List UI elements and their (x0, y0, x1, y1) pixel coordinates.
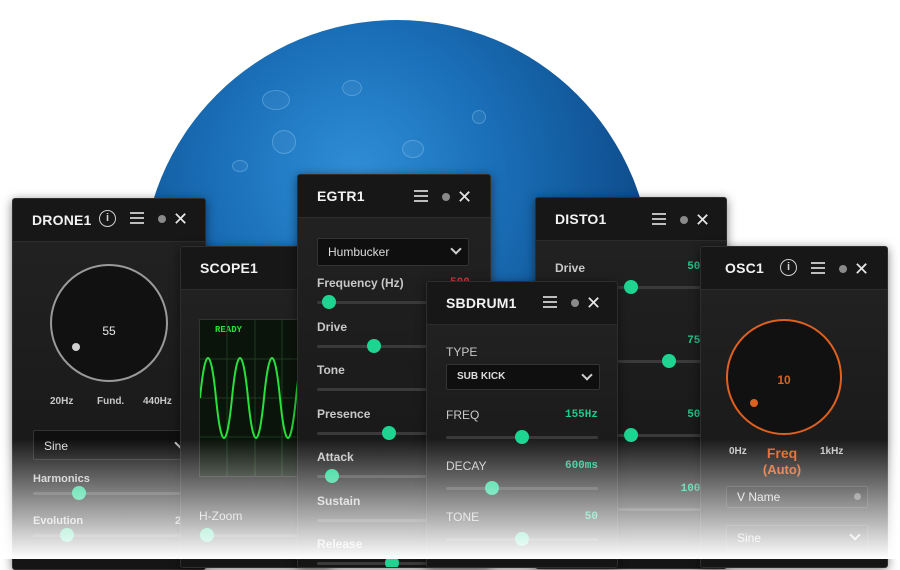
drone-header: DRONE1 i ✕ (13, 199, 205, 242)
name-field-text: V Name (737, 490, 781, 504)
egtr-title: EGTR1 (317, 188, 365, 204)
osc-title: OSC1 (725, 260, 764, 276)
egtr-param-thumb[interactable] (325, 469, 339, 483)
scope-waveform (200, 320, 310, 476)
egtr-param-thumb[interactable] (322, 295, 336, 309)
egtr-param-thumb[interactable] (385, 556, 399, 567)
sbdrum-param-thumb[interactable] (515, 532, 529, 546)
hzoom-thumb[interactable] (200, 528, 214, 542)
menu-icon[interactable] (543, 296, 557, 308)
info-icon[interactable]: i (99, 210, 116, 227)
sbdrum-title: SBDRUM1 (446, 295, 517, 311)
egtr-param-label: Presence (317, 406, 371, 421)
sbdrum-param-slider[interactable] (446, 430, 598, 444)
sbdrum-param-label: FREQ (446, 408, 480, 422)
name-dot-icon (854, 493, 861, 500)
sbdrum-param-slider[interactable] (446, 481, 598, 495)
range-max-label: 440Hz (143, 396, 172, 407)
type-select[interactable]: SUB KICK (446, 364, 600, 390)
egtr-param-thumb[interactable] (382, 425, 396, 440)
disto-header: DISTO1 ✕ (536, 198, 726, 241)
sbdrum-param-value: 600ms (564, 460, 598, 472)
sbdrum-param-value: 50 (584, 511, 598, 523)
knob-indicator (750, 399, 758, 407)
scope-title: SCOPE1 (200, 260, 258, 276)
drone-title: DRONE1 (32, 212, 92, 228)
disto-param-thumb[interactable] (662, 354, 676, 368)
sbdrum-header: SBDRUM1 ✕ (427, 282, 617, 325)
range-min-label: 20Hz (50, 396, 74, 407)
hzoom-label: H-Zoom (199, 509, 243, 523)
egtr-param-label: Attack (317, 450, 354, 464)
disto-param-thumb[interactable] (624, 280, 638, 294)
egtr-param-label: Drive (317, 319, 348, 334)
freq-mode: (Auto) (762, 462, 802, 477)
waveform-select[interactable]: Sine (33, 430, 193, 460)
evolution-slider[interactable] (33, 528, 191, 542)
close-icon[interactable]: ✕ (173, 210, 188, 228)
sbdrum-param-label: TONE (446, 510, 480, 524)
close-icon[interactable]: ✕ (457, 188, 472, 206)
close-icon[interactable]: ✕ (586, 294, 601, 312)
hzoom-slider[interactable] (199, 528, 309, 542)
drone-panel: DRONE1 i ✕ 55 20Hz Fund. 440Hz Sine Harm… (12, 198, 206, 570)
status-dot-icon (839, 265, 847, 273)
knob-indicator (72, 343, 80, 351)
freq-label: Freq (766, 445, 798, 461)
chevron-down-icon (450, 243, 462, 255)
close-icon[interactable]: ✕ (695, 211, 710, 229)
osc-header: OSC1 i ✕ (701, 247, 887, 290)
waveform-value: Sine (44, 439, 69, 453)
name-field[interactable]: V Name (726, 486, 868, 508)
sbdrum-param-thumb[interactable] (515, 430, 529, 444)
type-value: SUB KICK (457, 371, 506, 382)
status-dot-icon (442, 193, 450, 201)
menu-icon[interactable] (652, 213, 666, 225)
egtr-header: EGTR1 ✕ (298, 175, 490, 218)
status-dot-icon (571, 299, 579, 307)
drive-label: Drive (555, 261, 586, 275)
osc-wave-value: Sine (737, 531, 762, 545)
status-dot-icon (158, 215, 166, 223)
evolution-label: Evolution (33, 515, 84, 527)
evolution-thumb[interactable] (60, 528, 74, 542)
egtr-param-label: Frequency (Hz) (317, 276, 404, 290)
frequency-knob[interactable]: 55 (50, 264, 168, 382)
chevron-down-icon (581, 369, 593, 381)
sbdrum-panel: SBDRUM1 ✕ TYPE SUB KICK FREQ 155Hz DECAY 60… (426, 281, 618, 568)
type-label: TYPE (446, 345, 478, 359)
chevron-down-icon (849, 529, 861, 541)
knob-value: 10 (777, 373, 791, 387)
disto-title: DISTO1 (555, 211, 607, 227)
harmonics-thumb[interactable] (72, 486, 86, 500)
sbdrum-param-thumb[interactable] (484, 481, 499, 495)
freq-knob[interactable]: 10 (726, 319, 842, 435)
oscilloscope-display: READY (199, 319, 311, 477)
info-icon[interactable]: i (780, 259, 797, 276)
harmonics-slider[interactable] (33, 486, 191, 500)
sbdrum-param-value: 155Hz (564, 409, 598, 421)
sbdrum-param-label: DECAY (446, 459, 487, 473)
egtr-param-label: Sustain (317, 493, 361, 508)
knob-value: 55 (102, 324, 116, 338)
pickup-value: Humbucker (328, 245, 390, 259)
harmonics-label: Harmonics (33, 473, 90, 485)
osc-panel: OSC1 i ✕ 10 0Hz 1kHz Freq (Auto) V Name … (700, 246, 888, 568)
osc-wave-select[interactable]: Sine (726, 525, 868, 551)
menu-icon[interactable] (811, 262, 825, 274)
egtr-param-label: Tone (317, 363, 345, 377)
pickup-select[interactable]: Humbucker (317, 238, 469, 266)
disto-param-thumb[interactable] (624, 428, 638, 442)
status-dot-icon (680, 216, 688, 224)
menu-icon[interactable] (130, 212, 144, 224)
egtr-param-thumb[interactable] (367, 338, 381, 353)
egtr-param-label: Release (317, 537, 363, 551)
close-icon[interactable]: ✕ (854, 260, 869, 278)
menu-icon[interactable] (414, 190, 428, 202)
range-mid-label: Fund. (97, 396, 125, 407)
sbdrum-param-slider[interactable] (446, 532, 598, 546)
